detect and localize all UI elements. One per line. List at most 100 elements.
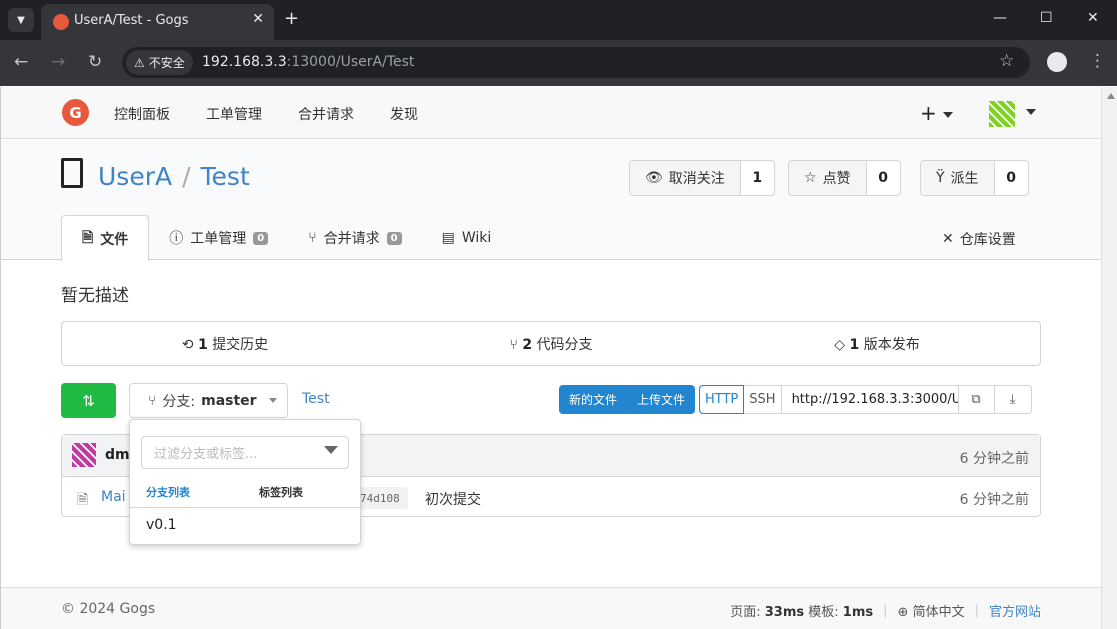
watch-count[interactable]: 1	[741, 161, 774, 195]
new-file-button[interactable]: 新的文件	[559, 385, 627, 414]
tab-files[interactable]: 🗎 文件	[61, 215, 150, 261]
issue-icon: ⓘ	[169, 231, 184, 247]
releases-stat[interactable]: ◇ 1 版本发布	[714, 334, 1040, 354]
issues-count-badge: 0	[253, 231, 269, 245]
branch-filter-input[interactable]: 过滤分支或标签...	[141, 436, 349, 469]
back-icon[interactable]: ←	[14, 52, 28, 72]
unwatch-label: 取消关注	[668, 171, 725, 187]
profile-avatar-icon[interactable]	[1047, 52, 1067, 72]
commits-stat[interactable]: ⟲ 1 提交历史	[62, 334, 388, 354]
file-name-link[interactable]: Mai	[101, 489, 126, 505]
reload-icon[interactable]: ↻	[88, 52, 102, 72]
gogs-favicon-icon	[53, 14, 69, 30]
nav-explore[interactable]: 发现	[390, 104, 418, 124]
branches-count: 2	[522, 336, 533, 353]
pulls-count-badge: 0	[386, 231, 402, 245]
scroll-up-arrow-icon[interactable]	[1107, 93, 1115, 99]
page-footer: © 2024 Gogs 页面: 33ms 模板: 1ms | ⊕ 简体中文 | …	[1, 587, 1101, 629]
compare-button[interactable]: ⇅	[61, 383, 116, 418]
tab-issues-label: 工单管理	[190, 231, 247, 247]
star-button[interactable]: ☆ 点赞	[789, 161, 867, 195]
committer-avatar[interactable]	[72, 443, 96, 467]
tab-files-label: 文件	[100, 231, 129, 248]
language-selector[interactable]: ⊕ 简体中文	[898, 601, 965, 620]
branches-label: 代码分支	[536, 336, 593, 353]
close-tab-icon[interactable]: ✕	[252, 11, 264, 27]
branch-option[interactable]: v0.1	[146, 517, 177, 533]
download-icon[interactable]: ⤓	[995, 386, 1031, 413]
page-scrollbar[interactable]	[1101, 87, 1117, 629]
star-label: 点赞	[822, 171, 851, 187]
browser-tab[interactable]: UserA/Test - Gogs ✕	[41, 4, 274, 40]
branch-icon: ⑂	[509, 336, 518, 353]
forward-icon[interactable]: →	[51, 52, 65, 72]
gogs-logo[interactable]: G	[62, 99, 89, 126]
commit-message-link[interactable]: 初次提交	[425, 489, 481, 509]
create-menu[interactable]: +	[920, 101, 953, 125]
clone-url-group: HTTP SSH http://192.168.3.3:3000/UserA/T…	[699, 385, 1032, 414]
url-text[interactable]: 192.168.3.3:13000/UserA/Test	[202, 54, 414, 70]
compare-icon: ⇅	[82, 391, 95, 410]
clone-url-input[interactable]: http://192.168.3.3:3000/UserA/Test.git	[782, 386, 959, 413]
filter-icon	[324, 446, 338, 454]
tab-search-button[interactable]: ▼	[8, 8, 34, 32]
releases-label: 版本发布	[863, 336, 920, 353]
branch-prefix: 分支:	[162, 393, 196, 410]
tab-pulls-label: 合并请求	[323, 231, 380, 247]
upload-file-button[interactable]: 上传文件	[627, 385, 695, 414]
file-commit-time: 6 分钟之前	[959, 492, 1029, 508]
bookmark-star-icon[interactable]: ☆	[999, 51, 1014, 71]
branch-selector[interactable]: ⑂ 分支: master	[129, 383, 288, 418]
footer-divider: |	[883, 603, 888, 618]
browser-menu-icon[interactable]: ⋮	[1089, 51, 1106, 71]
fork-button[interactable]: Ÿ 派生	[921, 161, 995, 195]
official-website-link[interactable]: 官方网站	[989, 601, 1041, 620]
ssh-protocol-button[interactable]: SSH	[744, 386, 782, 413]
tag-icon: ◇	[834, 336, 846, 353]
tab-wiki[interactable]: ▤ Wiki	[422, 215, 512, 261]
minimize-icon[interactable]: —	[993, 10, 1007, 26]
committer-name[interactable]: dm	[105, 447, 130, 463]
security-chip[interactable]: ⚠ 不安全	[126, 50, 193, 75]
nav-issues[interactable]: 工单管理	[206, 104, 262, 124]
tab-pulls[interactable]: ⑂ 合并请求 0	[288, 215, 421, 261]
branches-stat[interactable]: ⑂ 2 代码分支	[388, 334, 714, 354]
http-protocol-button[interactable]: HTTP	[699, 385, 745, 414]
tab-tags[interactable]: 标签列表	[259, 484, 303, 500]
copy-clipboard-icon[interactable]: ⧉	[959, 386, 995, 413]
branch-name: master	[201, 392, 257, 409]
fork-label: 派生	[950, 171, 979, 187]
breadcrumb-repo-link[interactable]: Test	[302, 391, 330, 407]
history-icon: ⟲	[181, 336, 194, 353]
user-menu-chevron-icon[interactable]	[1026, 109, 1036, 115]
repo-name-link[interactable]: Test	[201, 162, 250, 191]
close-window-icon[interactable]: ✕	[1087, 10, 1099, 26]
tab-repo-settings[interactable]: ✕ 仓库设置	[942, 229, 1016, 249]
tab-issues[interactable]: ⓘ 工单管理 0	[149, 215, 288, 261]
fork-count[interactable]: 0	[995, 161, 1028, 195]
releases-count: 1	[849, 336, 860, 353]
tab-title: UserA/Test - Gogs	[74, 13, 189, 28]
template-time-label: 模板:	[808, 605, 839, 620]
unwatch-button[interactable]: 👁 取消关注	[630, 161, 741, 195]
warning-icon: ⚠	[134, 55, 145, 70]
repo-owner-link[interactable]: UserA	[98, 162, 172, 191]
maximize-icon[interactable]: ☐	[1040, 10, 1053, 26]
url-path: :13000/UserA/Test	[286, 54, 415, 70]
repo-title-separator: /	[182, 162, 191, 191]
tab-branches[interactable]: 分支列表	[146, 484, 190, 500]
url-host: 192.168.3.3	[202, 54, 287, 70]
nav-pulls[interactable]: 合并请求	[298, 104, 354, 124]
repo-tabs: 🗎 文件 ⓘ 工单管理 0 ⑂ 合并请求 0 ▤ Wiki	[61, 215, 511, 261]
user-avatar[interactable]	[989, 101, 1015, 127]
browser-tabstrip: ▼ UserA/Test - Gogs ✕ + — ☐ ✕	[0, 0, 1117, 40]
nav-dashboard[interactable]: 控制面板	[114, 104, 170, 124]
star-button-group: ☆ 点赞 0	[788, 160, 901, 196]
star-count[interactable]: 0	[867, 161, 900, 195]
commits-label: 提交历史	[212, 336, 269, 353]
book-icon: ▤	[441, 230, 455, 246]
wrench-icon: ✕	[942, 231, 954, 247]
page-time: 33ms	[764, 605, 805, 620]
new-tab-icon[interactable]: +	[284, 8, 299, 29]
footer-divider: |	[974, 603, 979, 618]
